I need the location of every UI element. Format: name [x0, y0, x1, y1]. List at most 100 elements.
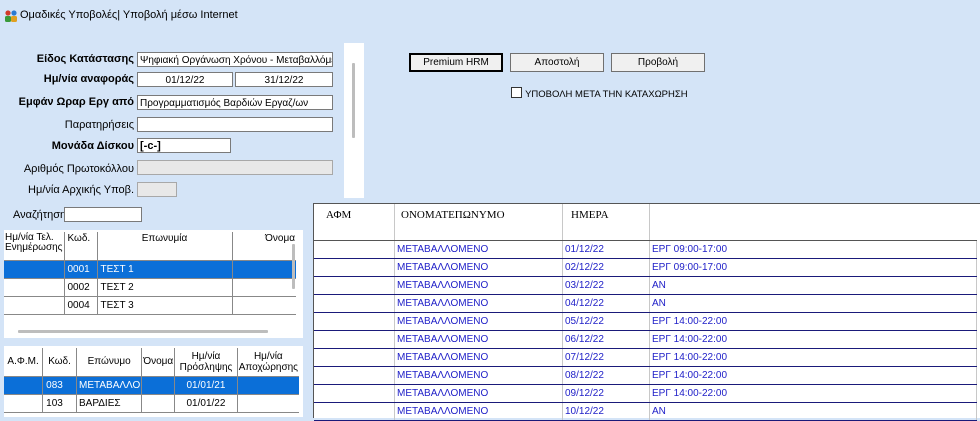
row-afm [314, 348, 395, 367]
row-name [141, 376, 176, 395]
table-row[interactable]: ΜΕΤΑΒΑΛΛΟΜΕΝΟ 07/12/22 ΕΡΓ 14:00-22:00 [314, 348, 977, 367]
title-bar: Ομαδικές Υποβολές| Υποβολή μέσω Internet [0, 0, 980, 34]
row-name: ΜΕΤΑΒΑΛΛΟΜΕΝΟ [394, 402, 563, 421]
companies-hscroll-thumb[interactable] [18, 330, 268, 333]
remarks-field[interactable] [137, 117, 333, 132]
row-code: 0001 [64, 260, 98, 279]
row-day: 09/12/22 [562, 384, 650, 403]
table-row[interactable]: ΜΕΤΑΒΑΛΛΟΜΕΝΟ 06/12/22 ΕΡΓ 14:00-22:00 [314, 330, 977, 349]
table-row[interactable]: 103 ΒΑΡΔΙΕΣ 01/01/22 [4, 394, 299, 413]
row-shift: ΑΝ [649, 294, 977, 313]
employees-header-code[interactable]: Κωδ. [42, 348, 77, 377]
row-date [4, 260, 65, 279]
ref-date-from-field[interactable]: 01/12/22 [137, 72, 233, 87]
submit-after-checkbox[interactable] [511, 87, 522, 98]
row-shift: ΕΡΓ 14:00-22:00 [649, 348, 977, 367]
row-hire: 01/01/21 [174, 376, 238, 395]
row-date [4, 278, 65, 297]
table-row[interactable]: ΜΕΤΑΒΑΛΛΟΜΕΝΟ 02/12/22 ΕΡΓ 09:00-17:00 [314, 258, 977, 277]
row-day: 05/12/22 [562, 312, 650, 331]
row-day: 06/12/22 [562, 330, 650, 349]
table-row[interactable]: ΜΕΤΑΒΑΛΛΟΜΕΝΟ 03/12/22 ΑΝ [314, 276, 977, 295]
form-scrollbar[interactable] [344, 43, 364, 198]
row-afm [314, 312, 395, 331]
row-surname: ΜΕΤΑΒΑΛΛΟ [76, 376, 143, 395]
row-afm [314, 366, 395, 385]
row-afm [4, 394, 44, 413]
submit-after-checkbox-row[interactable]: ΥΠΟΒΟΛΗ ΜΕΤΑ ΤΗΝ ΚΑΤΑΧΩΡΗΣΗ [511, 87, 688, 100]
row-name: ΜΕΤΑΒΑΛΛΟΜΕΝΟ [394, 312, 563, 331]
employees-header-name[interactable]: Όνομα [141, 348, 176, 377]
employees-header-hire[interactable]: Ημ/νία Πρόσληψης [174, 348, 238, 377]
table-row[interactable]: ΜΕΤΑΒΑΛΛΟΜΕΝΟ 10/12/22 ΑΝ [314, 402, 977, 421]
initial-date-label: Ημ/νία Αρχικής Υποβ. [28, 184, 134, 196]
row-name: ΜΕΤΑΒΑΛΛΟΜΕΝΟ [394, 384, 563, 403]
row-afm [314, 402, 395, 421]
row-day: 03/12/22 [562, 276, 650, 295]
send-button[interactable]: Αποστολή [510, 53, 604, 72]
search-label: Αναζήτηση [13, 209, 67, 221]
disk-unit-field[interactable]: [-c-] [137, 138, 231, 153]
premium-hrm-button[interactable]: Premium HRM [409, 53, 503, 72]
row-shift: ΕΡΓ 14:00-22:00 [649, 312, 977, 331]
table-row[interactable]: 0002 ΤΕΣΤ 2 [4, 278, 296, 297]
show-hours-label: Εμφάν Ωραρ Εργ από [18, 96, 134, 108]
window-title: Ομαδικές Υποβολές| Υποβολή μέσω Internet [20, 9, 238, 21]
row-shift: ΕΡΓ 09:00-17:00 [649, 258, 977, 277]
schedule-header-day[interactable]: ΗΜΕΡΑ [562, 204, 650, 241]
row-name: ΜΕΤΑΒΑΛΛΟΜΕΝΟ [394, 240, 563, 259]
row-day: 08/12/22 [562, 366, 650, 385]
companies-vscroll-thumb[interactable] [292, 244, 295, 289]
companies-header-date[interactable]: Ημ/νία Τελ. Ενημέρωσης [4, 232, 65, 261]
schedule-header-name-text: ΟΝΟΜΑΤΕΠΩΝΥΜΟ [401, 209, 551, 233]
table-row[interactable]: ΜΕΤΑΒΑΛΛΟΜΕΝΟ 05/12/22 ΕΡΓ 14:00-22:00 [314, 312, 977, 331]
companies-header-name[interactable]: Επωνυμία [97, 232, 233, 261]
row-afm [314, 276, 395, 295]
table-row[interactable]: ΜΕΤΑΒΑΛΛΟΜΕΝΟ 09/12/22 ΕΡΓ 14:00-22:00 [314, 384, 977, 403]
search-input[interactable] [64, 207, 142, 222]
employees-header-leave[interactable]: Ημ/νία Αποχώρησης [237, 348, 299, 377]
table-row[interactable]: ΜΕΤΑΒΑΛΛΟΜΕΝΟ 04/12/22 ΑΝ [314, 294, 977, 313]
remarks-label: Παρατηρήσεις [64, 119, 134, 131]
initial-date-field[interactable] [137, 182, 177, 197]
employees-header-afm[interactable]: Α.Φ.Μ. [4, 348, 44, 377]
protocol-field[interactable] [137, 160, 333, 175]
row-afm [4, 376, 44, 395]
row-shift: ΕΡΓ 14:00-22:00 [649, 366, 977, 385]
row-leave [237, 376, 299, 395]
status-type-field[interactable]: Ψηφιακή Οργάνωση Χρόνου - Μεταβαλλόμενο [137, 52, 333, 67]
form-scroll-thumb[interactable] [352, 63, 355, 138]
table-row[interactable]: ΜΕΤΑΒΑΛΛΟΜΕΝΟ 01/12/22 ΕΡΓ 09:00-17:00 [314, 240, 977, 259]
companies-header-first[interactable]: Όνομα [232, 232, 296, 261]
ref-date-to-field[interactable]: 31/12/22 [235, 72, 333, 87]
row-name: ΤΕΣΤ 1 [97, 260, 233, 279]
row-leave [237, 394, 299, 413]
show-hours-field[interactable]: Προγραμματισμός Βαρδιών Εργαζ/ων [137, 95, 333, 110]
table-row[interactable]: 0001 ΤΕΣΤ 1 [4, 260, 296, 279]
table-row[interactable]: ΜΕΤΑΒΑΛΛΟΜΕΝΟ 08/12/22 ΕΡΓ 14:00-22:00 [314, 366, 977, 385]
row-day: 07/12/22 [562, 348, 650, 367]
row-day: 10/12/22 [562, 402, 650, 421]
employees-header-surname[interactable]: Επώνυμο [76, 348, 143, 377]
table-row[interactable]: 0004 ΤΕΣΤ 3 [4, 296, 296, 315]
table-row[interactable]: 083 ΜΕΤΑΒΑΛΛΟ 01/01/21 [4, 376, 299, 395]
row-name: ΜΕΤΑΒΑΛΛΟΜΕΝΟ [394, 330, 563, 349]
schedule-grid: ΑΦΜ ΟΝΟΜΑΤΕΠΩΝΥΜΟ ΗΜΕΡΑ ΜΕΤΑΒΑΛΛΟΜΕΝΟ 01/… [313, 203, 980, 421]
row-day: 02/12/22 [562, 258, 650, 277]
row-first [232, 296, 296, 315]
row-code: 103 [42, 394, 77, 413]
row-name [141, 394, 176, 413]
status-type-label: Είδος Κατάστασης [36, 53, 134, 65]
companies-header-code[interactable]: Κωδ. [64, 232, 98, 261]
preview-button[interactable]: Προβολή [611, 53, 705, 72]
protocol-label: Αριθμός Πρωτοκόλλου [23, 163, 134, 175]
row-afm [314, 258, 395, 277]
row-shift: ΑΝ [649, 276, 977, 295]
schedule-header-name[interactable]: ΟΝΟΜΑΤΕΠΩΝΥΜΟ [394, 204, 563, 241]
ref-date-label: Ημ/νία αναφοράς [43, 73, 134, 85]
row-surname: ΒΑΡΔΙΕΣ [76, 394, 143, 413]
schedule-header-afm[interactable]: ΑΦΜ [314, 204, 395, 241]
schedule-header-extra[interactable] [649, 204, 977, 241]
row-first [232, 278, 296, 297]
row-name: ΜΕΤΑΒΑΛΛΟΜΕΝΟ [394, 366, 563, 385]
